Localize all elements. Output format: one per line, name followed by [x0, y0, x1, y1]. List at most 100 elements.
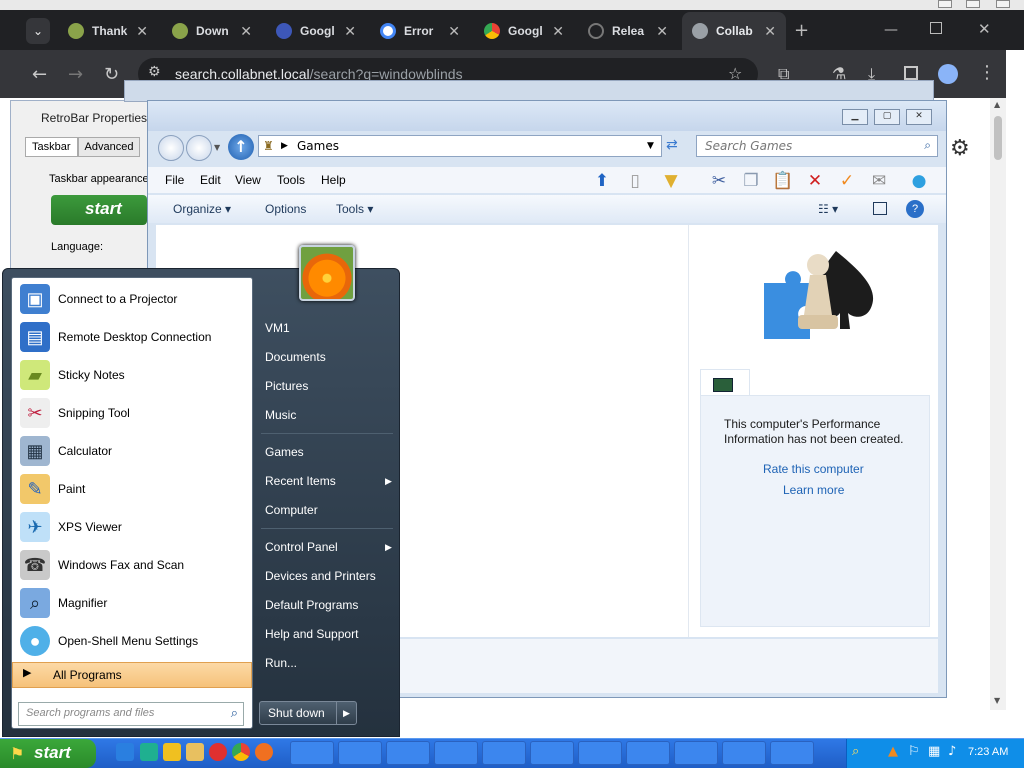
chrome-tab[interactable]: Googl ✕	[266, 12, 366, 50]
forward-icon[interactable]: →	[68, 64, 83, 85]
taskbar-window-button[interactable]	[386, 741, 430, 765]
program-item[interactable]: ▰ Sticky Notes	[12, 356, 252, 394]
properties-check-icon[interactable]: ✓	[836, 170, 858, 192]
chrome-tab[interactable]: Thank ✕	[58, 12, 158, 50]
paste-icon[interactable]: 📋	[772, 170, 794, 192]
edge-icon[interactable]	[140, 743, 158, 761]
chrome-menu-icon[interactable]: ⋮	[978, 62, 996, 83]
program-item[interactable]: ✎ Paint	[12, 470, 252, 508]
right-item-music[interactable]: Music	[265, 408, 296, 422]
taskbar-window-button[interactable]	[722, 741, 766, 765]
shutdown-options-icon[interactable]: ▶	[336, 702, 356, 724]
tab-close-icon[interactable]: ✕	[448, 23, 460, 40]
copy-icon[interactable]: ❐	[740, 170, 762, 192]
history-dropdown-icon[interactable]: ▼	[214, 143, 220, 152]
right-item-devices-printers[interactable]: Devices and Printers	[265, 569, 376, 583]
maximize-icon[interactable]	[930, 22, 942, 34]
ie-icon[interactable]	[116, 743, 134, 761]
menu-file[interactable]: File	[165, 173, 184, 187]
firefox-icon[interactable]	[255, 743, 273, 761]
organize-button[interactable]: Organize ▾	[173, 202, 231, 216]
help-icon[interactable]: ?	[906, 200, 924, 218]
taskbar-window-button[interactable]	[770, 741, 814, 765]
explorer-icon[interactable]	[186, 743, 204, 761]
tray-search-icon[interactable]: ⌕	[852, 744, 859, 759]
program-item[interactable]: ✈ XPS Viewer	[12, 508, 252, 546]
menu-edit[interactable]: Edit	[200, 173, 221, 187]
view-options-icon[interactable]: ☷ ▾	[818, 202, 838, 216]
menu-view[interactable]: View	[235, 173, 261, 187]
search-icon[interactable]: ⌕	[231, 705, 238, 721]
tools-button[interactable]: Tools ▾	[336, 202, 373, 216]
page-scrollbar-thumb[interactable]	[994, 116, 1002, 160]
right-item-recent-items[interactable]: Recent Items	[265, 474, 336, 488]
tab-taskbar[interactable]: Taskbar	[25, 137, 78, 157]
side-panel-icon[interactable]	[904, 66, 918, 80]
taskbar-window-button[interactable]	[482, 741, 526, 765]
tab-close-icon[interactable]: ✕	[136, 23, 148, 40]
media-icon[interactable]	[163, 743, 181, 761]
close-window-icon[interactable]: ✕	[978, 20, 991, 38]
program-item[interactable]: ▦ Calculator	[12, 432, 252, 470]
outer-restore-icon[interactable]	[938, 0, 952, 8]
chrome-tab[interactable]: Relea ✕	[578, 12, 678, 50]
preview-pane-icon[interactable]	[873, 202, 887, 215]
address-bar[interactable]: ♜ ▶ Games ▼	[258, 135, 662, 157]
maximize-icon[interactable]: ▢	[874, 109, 900, 125]
refresh-icon[interactable]: ⇄	[666, 137, 678, 153]
menu-tools[interactable]: Tools	[277, 173, 305, 187]
start-search-input[interactable]: Search programs and files ⌕	[18, 702, 244, 726]
chrome-tab[interactable]: Error ✕	[370, 12, 470, 50]
program-item[interactable]: ⌕ Magnifier	[12, 584, 252, 622]
tab-search-dropdown-icon[interactable]: ⌄	[26, 18, 50, 44]
up-icon[interactable]: ⬆	[591, 170, 613, 192]
back-icon[interactable]: ←	[32, 64, 47, 85]
program-item[interactable]: ☎ Windows Fax and Scan	[12, 546, 252, 584]
chrome-tab[interactable]: Googl ✕	[474, 12, 574, 50]
tab-close-icon[interactable]: ✕	[552, 23, 564, 40]
search-icon[interactable]: ⌕	[924, 138, 931, 153]
right-item-games[interactable]: Games	[265, 445, 304, 459]
tray-flag-icon[interactable]: ⚐	[908, 744, 920, 759]
program-item[interactable]: ● Open-Shell Menu Settings	[12, 622, 252, 660]
pane-divider[interactable]	[688, 225, 689, 637]
menu-help[interactable]: Help	[321, 173, 346, 187]
minimize-icon[interactable]: ▁	[842, 109, 868, 125]
tray-vlc-icon[interactable]: ▲	[888, 744, 898, 759]
all-programs-button[interactable]: ▶ All Programs	[12, 662, 252, 688]
right-item-vm1[interactable]: VM1	[265, 321, 290, 335]
opera-icon[interactable]	[209, 743, 227, 761]
site-settings-icon[interactable]: ⚙	[148, 64, 161, 80]
taskbar-window-button[interactable]	[290, 741, 334, 765]
taskbar-window-button[interactable]	[626, 741, 670, 765]
rate-computer-link[interactable]: Rate this computer	[763, 462, 864, 476]
tab-advanced[interactable]: Advanced	[77, 137, 141, 157]
right-item-default-programs[interactable]: Default Programs	[265, 598, 358, 612]
program-item[interactable]: ▤ Remote Desktop Connection	[12, 318, 252, 356]
user-avatar[interactable]	[299, 245, 355, 301]
tray-network-icon[interactable]: ▦	[928, 744, 940, 759]
taskbar-window-button[interactable]	[338, 741, 382, 765]
explorer-titlebar[interactable]: ▁ ▢ ✕	[148, 101, 946, 131]
address-dropdown-icon[interactable]: ▼	[647, 141, 654, 151]
settings-gear-icon[interactable]: ⚙	[950, 136, 970, 161]
program-item[interactable]: ▣ Connect to a Projector	[12, 280, 252, 318]
minimize-icon[interactable]: —	[884, 22, 898, 38]
outer-close-icon[interactable]	[996, 0, 1010, 8]
program-item[interactable]: ✂ Snipping Tool	[12, 394, 252, 432]
taskbar-window-button[interactable]	[530, 741, 574, 765]
outer-restore-icon-2[interactable]	[966, 0, 980, 8]
scroll-down-icon[interactable]: ▼	[994, 696, 1000, 705]
chrome-tab-active[interactable]: Collab ✕	[682, 12, 786, 50]
new-tab-button[interactable]: +	[794, 20, 809, 41]
taskbar-window-button[interactable]	[434, 741, 478, 765]
learn-more-link[interactable]: Learn more	[783, 483, 844, 497]
search-games-input[interactable]: Search Games ⌕	[696, 135, 938, 157]
performance-tab[interactable]	[700, 369, 750, 397]
breadcrumb-arrow-icon[interactable]: ▶	[281, 141, 288, 151]
tray-volume-icon[interactable]: ♪	[948, 744, 956, 759]
cut-icon[interactable]: ✂	[708, 170, 730, 192]
right-item-pictures[interactable]: Pictures	[265, 379, 308, 393]
shell-icon[interactable]: ●	[908, 170, 930, 192]
reload-icon[interactable]: ↻	[104, 64, 119, 85]
